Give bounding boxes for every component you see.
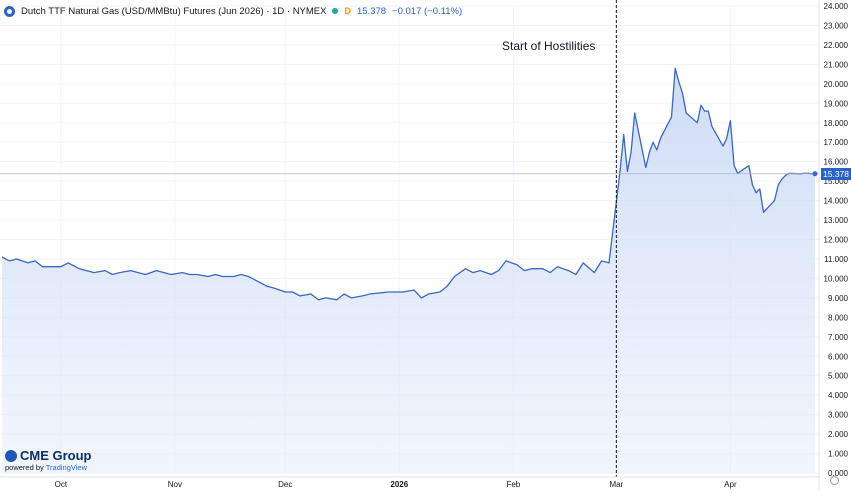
last-price: 15.378 <box>356 5 387 17</box>
last-price-badge: 15.378 <box>821 167 851 180</box>
y-tick-label: 19.000 <box>824 99 849 108</box>
settings-icon[interactable] <box>830 476 839 485</box>
chart-legend: Dutch TTF Natural Gas (USD/MMBtu) Future… <box>4 3 462 19</box>
y-tick-label: 8.000 <box>828 313 849 322</box>
y-tick-label: 6.000 <box>828 352 849 361</box>
y-tick-label: 1.000 <box>828 450 849 459</box>
y-tick-label: 22.000 <box>824 41 849 50</box>
tradingview-link[interactable]: TradingView <box>46 463 87 472</box>
y-tick-label: 24.000 <box>824 2 849 11</box>
y-tick-label: 20.000 <box>824 80 849 89</box>
chart-title: Dutch TTF Natural Gas (USD/MMBtu) Future… <box>21 5 327 17</box>
series-area <box>2 68 815 474</box>
powered-by-label: powered by <box>5 463 44 472</box>
y-tick-label: 11.000 <box>824 255 848 264</box>
y-tick-label: 12.000 <box>824 236 849 245</box>
y-tick-label: 21.000 <box>824 60 849 69</box>
cme-logo-text: CME Group <box>20 448 92 463</box>
x-tick-label: 2026 <box>390 480 408 489</box>
chart: 0.000 1.000 2.000 3.000 4.000 5.000 6.000 7.000… <box>0 0 852 491</box>
hostilities-annotation: Start of Hostilities <box>502 39 596 53</box>
last-price-point <box>812 171 818 177</box>
y-tick-label: 2.000 <box>828 430 849 439</box>
market-status-icon <box>332 8 339 14</box>
y-tick-label: 10.000 <box>824 274 849 283</box>
y-tick-label: 7.000 <box>828 333 849 342</box>
chart-svg: 0.0001.0002.0003.0004.0005.0006.0007.000… <box>0 0 849 491</box>
x-tick-label: Oct <box>55 480 68 489</box>
y-tick-label: 13.000 <box>824 216 849 225</box>
cme-logo-icon <box>5 449 17 462</box>
x-tick-label: Dec <box>278 480 292 489</box>
cme-logo[interactable]: CME Group powered by TradingView <box>5 449 92 472</box>
y-tick-label: 4.000 <box>828 391 849 400</box>
y-tick-label: 3.000 <box>828 411 849 420</box>
series-layer <box>0 0 819 477</box>
y-tick-label: 18.000 <box>824 119 849 128</box>
y-tick-label: 5.000 <box>828 372 849 381</box>
x-tick-label: Apr <box>724 480 737 489</box>
y-tick-label: 23.000 <box>824 21 849 30</box>
x-tick-label: Mar <box>609 480 623 489</box>
y-tick-label: 9.000 <box>828 294 849 303</box>
y-tick-label: 16.000 <box>824 158 849 167</box>
x-tick-label: Nov <box>168 480 182 489</box>
y-tick-label: 17.000 <box>824 138 849 147</box>
delay-badge: D <box>344 6 351 16</box>
x-tick-label: Feb <box>506 480 520 489</box>
price-change: −0.017 (−0.11%) <box>392 5 463 17</box>
y-tick-label: 14.000 <box>824 197 849 206</box>
symbol-icon <box>4 5 15 17</box>
